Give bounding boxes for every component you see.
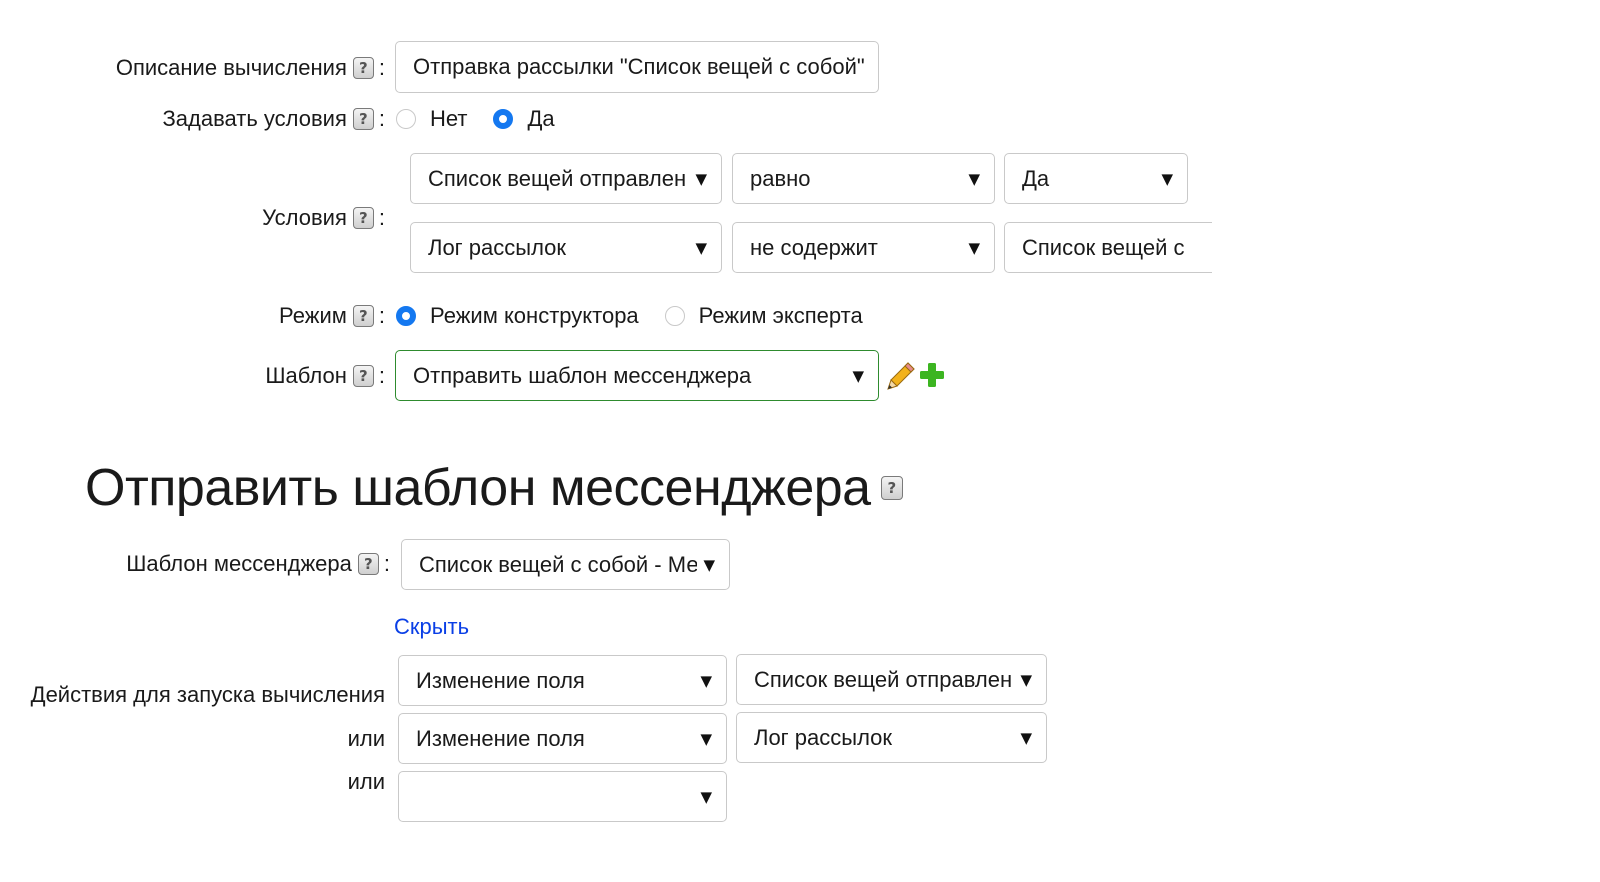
condition-2-value-input[interactable]: Список вещей с xyxy=(1004,222,1212,273)
condition-1-value-select[interactable]: Да ▼ xyxy=(1004,153,1188,204)
messenger-template-select-value: Список вещей с собой - Мессенджер xyxy=(419,551,698,577)
condition-2-value-value: Список вещей с xyxy=(1022,234,1185,260)
caret-down-icon: ▼ xyxy=(968,169,980,188)
caret-down-icon: ▼ xyxy=(700,787,712,806)
trigger-1-action-value: Изменение поля xyxy=(416,667,585,693)
messenger-template-label-text: Шаблон мессенджера xyxy=(126,551,352,576)
set-conditions-label: Задавать условия ?: xyxy=(162,106,385,131)
section-title: Отправить шаблон мессенджера ? xyxy=(85,458,903,518)
or-label: или xyxy=(347,726,385,751)
radio-expert-mode[interactable] xyxy=(664,306,685,326)
trigger-2-action-select[interactable]: Изменение поля ▼ xyxy=(398,713,727,764)
description-input-value: Отправка рассылки "Список вещей с собой" xyxy=(413,54,864,79)
caret-down-icon: ▼ xyxy=(700,671,712,690)
caret-down-icon: ▼ xyxy=(695,169,707,188)
help-icon[interactable]: ? xyxy=(352,305,374,327)
help-icon[interactable]: ? xyxy=(352,365,374,387)
trigger-1-action-select[interactable]: Изменение поля ▼ xyxy=(398,655,727,706)
triggers-label-text: Действия для запуска вычисления xyxy=(30,682,385,707)
condition-2-operator-select[interactable]: не содержит ▼ xyxy=(732,222,995,273)
help-icon[interactable]: ? xyxy=(352,207,374,229)
mode-label-text: Режим xyxy=(279,303,347,328)
mode-radio-group: Режим конструктора Режим эксперта xyxy=(396,303,889,329)
mode-label: Режим ?: xyxy=(279,303,385,328)
description-label-text: Описание вычисления xyxy=(115,55,347,80)
caret-down-icon: ▼ xyxy=(1020,728,1032,747)
conditions-label-text: Условия xyxy=(262,205,347,230)
help-icon[interactable]: ? xyxy=(352,57,374,79)
help-icon[interactable]: ? xyxy=(352,108,374,130)
or-label-text: или xyxy=(347,769,385,794)
condition-1-field-value: Список вещей отправлен xyxy=(428,165,687,191)
caret-down-icon: ▼ xyxy=(695,238,707,257)
condition-1-operator-select[interactable]: равно ▼ xyxy=(732,153,995,204)
trigger-1-field-select[interactable]: Список вещей отправлен ▼ xyxy=(736,654,1047,705)
caret-down-icon: ▼ xyxy=(703,555,715,574)
help-icon[interactable]: ? xyxy=(880,476,903,500)
template-select-value: Отправить шаблон мессенджера xyxy=(413,362,752,388)
set-conditions-label-text: Задавать условия xyxy=(162,106,347,131)
condition-1-value-value: Да xyxy=(1022,165,1050,191)
radio-yes-label[interactable]: Да xyxy=(527,106,554,132)
pencil-icon[interactable] xyxy=(886,360,916,392)
trigger-1-field-value: Список вещей отправлен xyxy=(754,666,1013,692)
description-input[interactable]: Отправка рассылки "Список вещей с собой" xyxy=(395,41,879,93)
description-label: Описание вычисления ?: xyxy=(115,55,385,80)
caret-down-icon: ▼ xyxy=(700,729,712,748)
conditions-label: Условия ?: xyxy=(262,205,385,230)
trigger-2-field-value: Лог рассылок xyxy=(754,724,893,750)
template-select[interactable]: Отправить шаблон мессенджера ▼ xyxy=(395,350,879,401)
condition-2-field-value: Лог рассылок xyxy=(428,234,567,260)
hide-link[interactable]: Скрыть xyxy=(394,614,469,640)
section-title-text: Отправить шаблон мессенджера xyxy=(85,459,871,517)
radio-constructor-mode-label[interactable]: Режим конструктора xyxy=(430,303,639,329)
radio-expert-mode-label[interactable]: Режим эксперта xyxy=(699,303,863,329)
set-conditions-radio-group: Нет Да xyxy=(396,106,581,132)
trigger-2-action-value: Изменение поля xyxy=(416,725,585,751)
or-label-text: или xyxy=(347,726,385,751)
radio-constructor-mode[interactable] xyxy=(396,306,416,326)
caret-down-icon: ▼ xyxy=(1161,169,1173,188)
radio-yes[interactable] xyxy=(493,109,514,129)
trigger-2-field-select[interactable]: Лог рассылок ▼ xyxy=(736,712,1047,763)
trigger-3-action-select[interactable]: ▼ xyxy=(398,771,727,822)
radio-no[interactable] xyxy=(396,109,416,129)
or-label: или xyxy=(347,769,385,794)
triggers-label: Действия для запуска вычисления xyxy=(30,682,385,707)
caret-down-icon: ▼ xyxy=(1020,670,1032,689)
messenger-template-label: Шаблон мессенджера ?: xyxy=(126,551,390,576)
help-icon[interactable]: ? xyxy=(357,553,379,575)
radio-no-label[interactable]: Нет xyxy=(430,106,467,132)
plus-icon[interactable] xyxy=(919,362,945,388)
condition-2-field-select[interactable]: Лог рассылок ▼ xyxy=(410,222,722,273)
caret-down-icon: ▼ xyxy=(968,238,980,257)
condition-1-operator-value: равно xyxy=(750,165,811,191)
caret-down-icon: ▼ xyxy=(852,366,864,385)
template-label: Шаблон ?: xyxy=(265,363,385,388)
condition-2-operator-value: не содержит xyxy=(750,234,878,260)
messenger-template-select[interactable]: Список вещей с собой - Мессенджер ▼ xyxy=(401,539,730,590)
condition-1-field-select[interactable]: Список вещей отправлен ▼ xyxy=(410,153,722,204)
template-label-text: Шаблон xyxy=(265,363,347,388)
